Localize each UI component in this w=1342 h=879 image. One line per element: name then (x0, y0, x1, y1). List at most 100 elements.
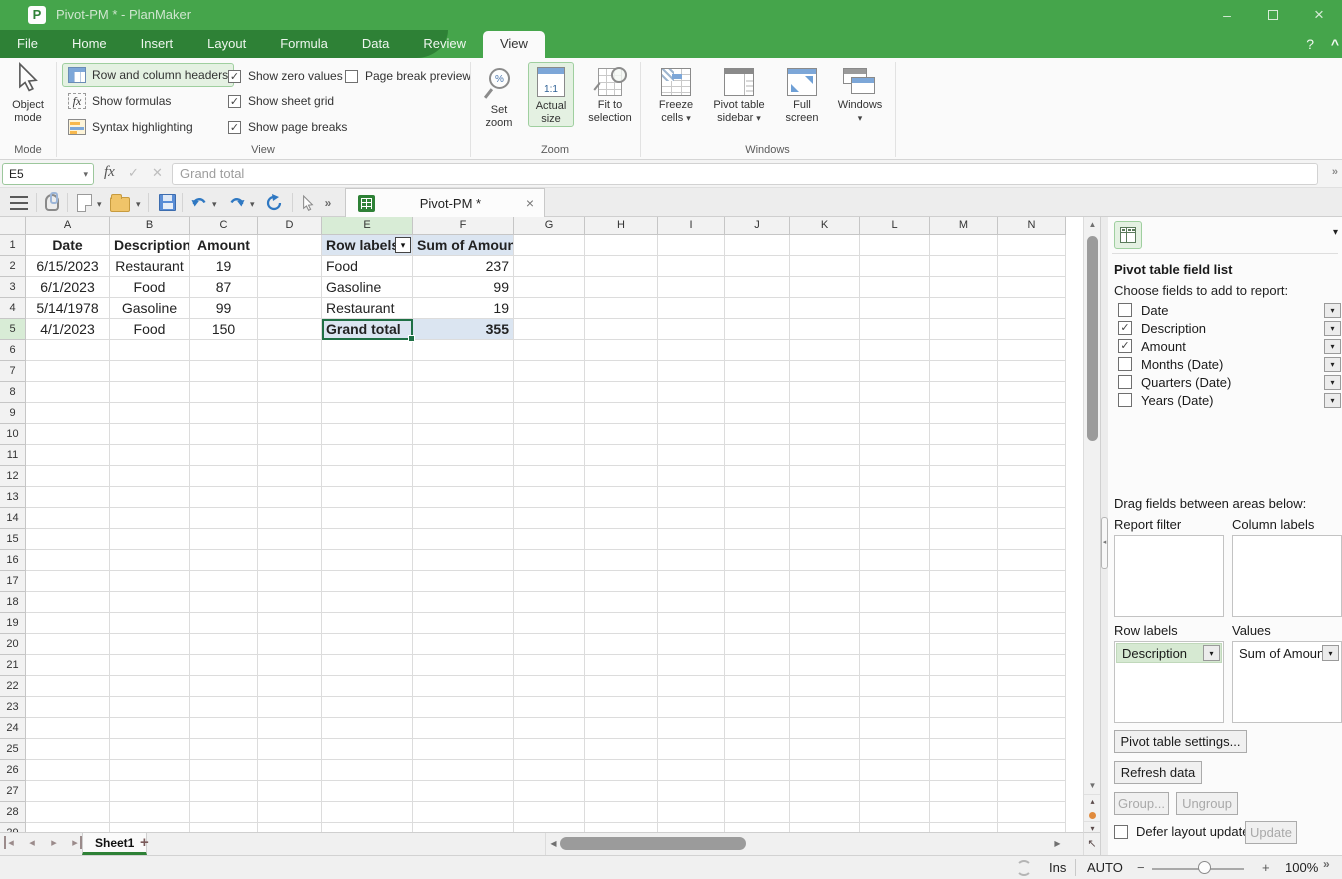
cell-C2[interactable]: 19 (190, 256, 258, 277)
col-head-C[interactable]: C (190, 217, 258, 235)
row-labels-area[interactable]: Description ▾ (1114, 641, 1224, 723)
cell-G20[interactable] (514, 634, 585, 655)
cell-A26[interactable] (26, 760, 110, 781)
row-head-21[interactable]: 21 (0, 655, 26, 676)
cell-I29[interactable] (658, 823, 725, 832)
cell-M4[interactable] (930, 298, 998, 319)
cell-F24[interactable] (413, 718, 514, 739)
close-button[interactable]: × (1296, 0, 1342, 30)
cell-E18[interactable] (322, 592, 413, 613)
cell-B24[interactable] (110, 718, 190, 739)
cell-I17[interactable] (658, 571, 725, 592)
scroll-left-icon[interactable]: ◀ (546, 833, 561, 855)
col-head-J[interactable]: J (725, 217, 790, 235)
cell-C27[interactable] (190, 781, 258, 802)
cell-L14[interactable] (860, 508, 930, 529)
field-row-date[interactable]: Date ▾ (1112, 301, 1342, 319)
maximize-button[interactable] (1250, 0, 1296, 30)
cell-H8[interactable] (585, 382, 658, 403)
cell-B14[interactable] (110, 508, 190, 529)
cell-F27[interactable] (413, 781, 514, 802)
row-head-10[interactable]: 10 (0, 424, 26, 445)
cell-J24[interactable] (725, 718, 790, 739)
scroll-up-icon[interactable]: ▲ (1084, 217, 1101, 233)
cell-E11[interactable] (322, 445, 413, 466)
cell-M7[interactable] (930, 361, 998, 382)
cell-L6[interactable] (860, 340, 930, 361)
cell-C8[interactable] (190, 382, 258, 403)
menu-tab-home[interactable]: Home (55, 30, 124, 58)
cell-J1[interactable] (725, 235, 790, 256)
cell-I13[interactable] (658, 487, 725, 508)
cell-F2[interactable]: 237 (413, 256, 514, 277)
fit-to-selection-button[interactable]: Fit to selection (582, 62, 638, 126)
cell-M18[interactable] (930, 592, 998, 613)
repeat-button[interactable] (262, 192, 286, 213)
cell-F20[interactable] (413, 634, 514, 655)
cell-D22[interactable] (258, 676, 322, 697)
cell-E25[interactable] (322, 739, 413, 760)
cell-A19[interactable] (26, 613, 110, 634)
cell-D13[interactable] (258, 487, 322, 508)
cell-D12[interactable] (258, 466, 322, 487)
menu-tab-insert[interactable]: Insert (124, 30, 191, 58)
cell-J10[interactable] (725, 424, 790, 445)
menu-tab-layout[interactable]: Layout (190, 30, 263, 58)
cell-C21[interactable] (190, 655, 258, 676)
open-dropdown[interactable]: ▾ (136, 199, 141, 210)
cell-A2[interactable]: 6/15/2023 (26, 256, 110, 277)
cell-K10[interactable] (790, 424, 860, 445)
cell-B16[interactable] (110, 550, 190, 571)
field-row-quarters[interactable]: Quarters (Date) ▾ (1112, 373, 1342, 391)
cell-D8[interactable] (258, 382, 322, 403)
cell-B22[interactable] (110, 676, 190, 697)
cell-D25[interactable] (258, 739, 322, 760)
cell-H10[interactable] (585, 424, 658, 445)
cell-A14[interactable] (26, 508, 110, 529)
scroll-corner-icon[interactable]: ↖ (1083, 832, 1100, 855)
cell-C11[interactable] (190, 445, 258, 466)
cell-E6[interactable] (322, 340, 413, 361)
cell-A24[interactable] (26, 718, 110, 739)
cell-A20[interactable] (26, 634, 110, 655)
col-head-B[interactable]: B (110, 217, 190, 235)
cell-N19[interactable] (998, 613, 1066, 634)
touch-mode-button[interactable] (41, 192, 63, 213)
cell-K9[interactable] (790, 403, 860, 424)
cell-M27[interactable] (930, 781, 998, 802)
row-head-20[interactable]: 20 (0, 634, 26, 655)
next-sheet-icon[interactable]: ▸ (48, 836, 60, 849)
cell-A28[interactable] (26, 802, 110, 823)
cell-E14[interactable] (322, 508, 413, 529)
cell-C26[interactable] (190, 760, 258, 781)
cell-G7[interactable] (514, 361, 585, 382)
cell-M25[interactable] (930, 739, 998, 760)
cell-D26[interactable] (258, 760, 322, 781)
cell-J15[interactable] (725, 529, 790, 550)
cell-K17[interactable] (790, 571, 860, 592)
cell-C18[interactable] (190, 592, 258, 613)
cell-E13[interactable] (322, 487, 413, 508)
cell-H3[interactable] (585, 277, 658, 298)
horizontal-scrollbar-thumb[interactable] (560, 837, 746, 850)
cell-F4[interactable]: 19 (413, 298, 514, 319)
cell-G17[interactable] (514, 571, 585, 592)
cell-C15[interactable] (190, 529, 258, 550)
cell-N6[interactable] (998, 340, 1066, 361)
full-screen-button[interactable]: Full screen (780, 62, 824, 126)
row-head-12[interactable]: 12 (0, 466, 26, 487)
cell-H20[interactable] (585, 634, 658, 655)
row-head-22[interactable]: 22 (0, 676, 26, 697)
cell-I22[interactable] (658, 676, 725, 697)
checkbox-unchecked-icon[interactable] (1118, 357, 1132, 371)
actual-size-button[interactable]: 1:1 Actual size (528, 62, 574, 127)
cell-E23[interactable] (322, 697, 413, 718)
cell-L7[interactable] (860, 361, 930, 382)
cell-M26[interactable] (930, 760, 998, 781)
cell-G12[interactable] (514, 466, 585, 487)
field-row-amount[interactable]: ✓ Amount ▾ (1112, 337, 1342, 355)
cell-K11[interactable] (790, 445, 860, 466)
cell-K13[interactable] (790, 487, 860, 508)
cell-C7[interactable] (190, 361, 258, 382)
cell-M20[interactable] (930, 634, 998, 655)
